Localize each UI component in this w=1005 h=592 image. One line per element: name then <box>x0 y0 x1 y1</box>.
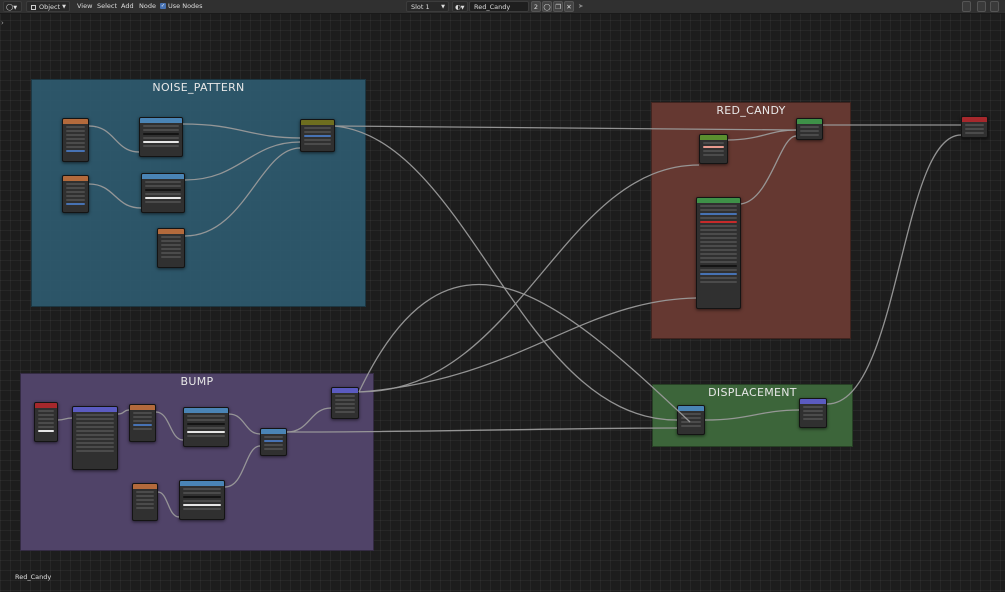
backdrop-icon[interactable] <box>977 1 986 12</box>
slot-dropdown[interactable]: Slot 1 ▼ <box>406 1 449 12</box>
link <box>57 417 73 421</box>
link <box>184 141 301 181</box>
editor-type-dropdown[interactable]: ◯▼ <box>3 1 22 12</box>
link <box>88 183 142 209</box>
link <box>286 407 332 433</box>
slot-label: Slot 1 <box>411 3 430 11</box>
link <box>228 413 261 435</box>
link <box>740 135 797 205</box>
use-nodes-label: Use Nodes <box>168 2 203 10</box>
chevron-down-icon: ▼ <box>13 5 18 11</box>
link <box>88 125 140 153</box>
chevron-down-icon: ▼ <box>441 4 445 10</box>
chevron-down-icon: ▼ <box>460 5 465 11</box>
link <box>334 125 678 421</box>
link <box>358 297 697 393</box>
menu-node[interactable]: Node <box>139 1 156 12</box>
sidebar-toggle-chevron-right-icon[interactable]: › <box>1 19 4 27</box>
checkbox-checked-icon[interactable]: ✓ <box>160 3 166 9</box>
object-mode-dropdown[interactable]: Object ▼ <box>26 1 70 12</box>
overlay-icon[interactable] <box>962 1 971 12</box>
material-name-field[interactable]: Red_Candy <box>469 1 529 12</box>
material-browse-button[interactable]: ◐▼ <box>452 1 468 12</box>
fake-user-shield-icon[interactable]: ◯ <box>542 1 552 12</box>
menu-view[interactable]: View <box>77 1 92 12</box>
link <box>727 129 797 141</box>
material-name-status: Red_Candy <box>15 573 52 581</box>
use-nodes-toggle[interactable]: ✓ Use Nodes <box>160 1 203 12</box>
object-icon <box>31 4 36 10</box>
menu-add[interactable]: Add <box>121 1 134 12</box>
link <box>117 409 130 415</box>
duplicate-material-icon[interactable]: ❐ <box>553 1 563 12</box>
node-editor-header: ◯▼ Object ▼ View Select Add Node ✓ Use No… <box>0 0 1005 14</box>
close-icon[interactable]: ✕ <box>564 1 574 12</box>
node-links <box>57 123 962 518</box>
user-count-button[interactable]: 2 <box>531 1 541 12</box>
menu-select[interactable]: Select <box>97 1 117 12</box>
link <box>157 491 180 518</box>
link <box>704 409 800 421</box>
snap-icon[interactable] <box>990 1 999 12</box>
link <box>358 164 700 393</box>
chevron-down-icon: ▼ <box>62 4 66 10</box>
object-menu-label: Object <box>39 3 61 11</box>
link <box>182 123 301 139</box>
link <box>155 411 184 441</box>
link <box>224 445 261 488</box>
link <box>184 147 301 237</box>
material-name-value: Red_Candy <box>474 3 511 11</box>
pin-icon[interactable]: ➤ <box>578 1 583 12</box>
link <box>286 427 678 433</box>
link <box>334 125 797 131</box>
link <box>826 134 962 405</box>
